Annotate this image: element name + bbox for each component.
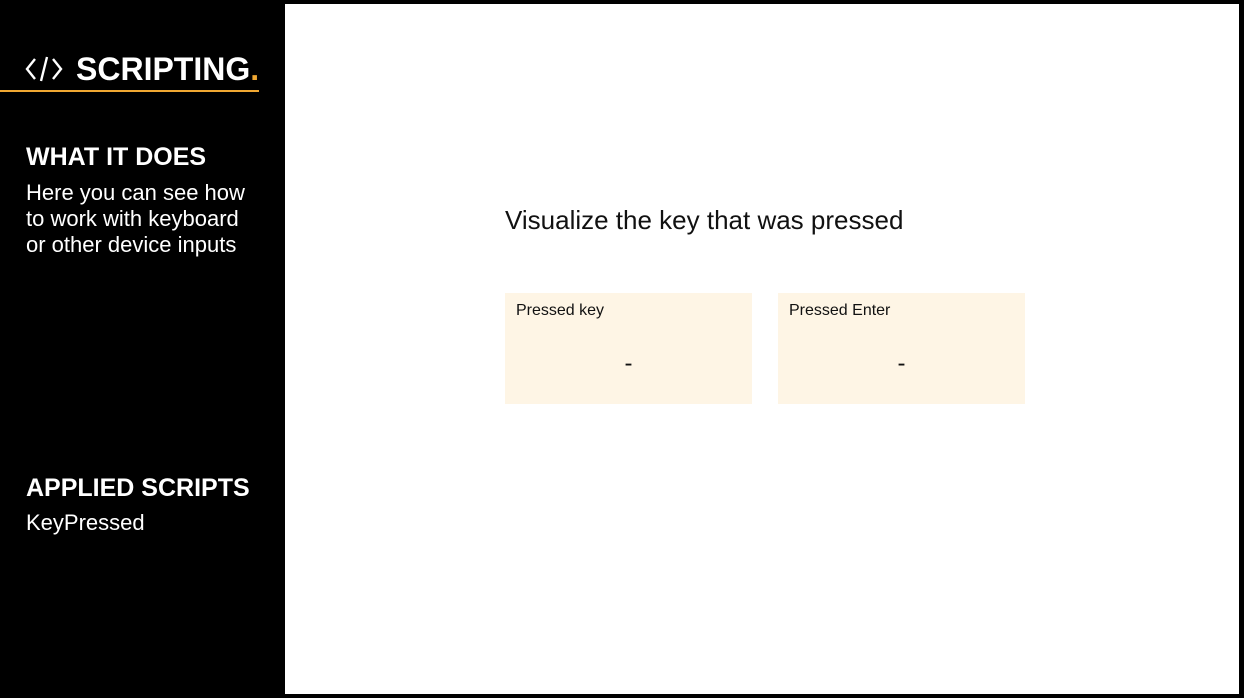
- code-brackets-icon: [25, 54, 63, 84]
- pressed-key-label: Pressed key: [516, 302, 605, 319]
- pressed-key-card: Pressed key -: [505, 293, 752, 404]
- app-window: SCRIPTING. WHAT IT DOES Here you can see…: [0, 0, 1244, 698]
- what-it-does-line: or other device inputs: [26, 232, 237, 257]
- pressed-enter-value: -: [897, 350, 906, 377]
- what-it-does-text: Here you can see how to work with keyboa…: [26, 180, 276, 258]
- brand-title-text: SCRIPTING: [76, 51, 251, 87]
- applied-scripts-text: KeyPressed: [26, 510, 145, 535]
- pressed-key-value: -: [624, 350, 633, 377]
- sidebar: SCRIPTING. WHAT IT DOES Here you can see…: [0, 0, 285, 698]
- applied-scripts-heading: APPLIED SCRIPTS: [26, 474, 250, 502]
- page-title: Visualize the key that was pressed: [505, 205, 904, 235]
- what-it-does-line: to work with keyboard: [26, 206, 239, 231]
- what-it-does-line: Here you can see how: [26, 180, 245, 205]
- pressed-enter-label: Pressed Enter: [789, 302, 891, 319]
- main-panel: Visualize the key that was pressed Press…: [285, 4, 1239, 694]
- pressed-enter-card: Pressed Enter -: [778, 293, 1025, 404]
- brand-title: SCRIPTING.: [76, 51, 259, 87]
- what-it-does-heading: WHAT IT DOES: [26, 143, 207, 171]
- brand-title-dot: .: [250, 51, 260, 87]
- brand-header: SCRIPTING.: [0, 50, 259, 92]
